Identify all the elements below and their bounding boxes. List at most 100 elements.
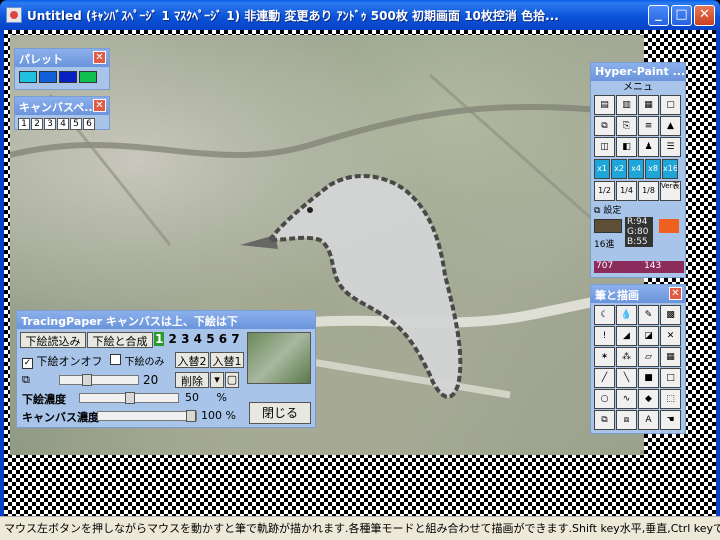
- eraser-icon[interactable]: ▱: [638, 347, 659, 367]
- onoff-checkbox[interactable]: ✓: [22, 358, 33, 369]
- hyper-paint-title[interactable]: Hyper-Paint ...: [591, 63, 685, 81]
- save-file-icon[interactable]: ▦: [638, 95, 659, 115]
- close-button[interactable]: ✕: [694, 5, 715, 26]
- merge-underlay-button[interactable]: 下絵と合成: [87, 332, 153, 348]
- blank-page-icon[interactable]: ▢: [660, 95, 681, 115]
- spray-brush-icon[interactable]: ⁂: [616, 347, 637, 367]
- page-icon[interactable]: ▢: [225, 372, 239, 388]
- rect-icon[interactable]: □: [660, 368, 681, 388]
- scale-half-button[interactable]: 1/2: [594, 181, 615, 201]
- density-slider-thumb[interactable]: [125, 392, 135, 404]
- palette-swatch[interactable]: [59, 71, 77, 83]
- text-icon[interactable]: A: [638, 410, 659, 430]
- load-underlay-button[interactable]: 下絵読込み: [20, 332, 86, 348]
- palette-swatch[interactable]: [79, 71, 97, 83]
- close-tracing-button[interactable]: 閉じる: [249, 402, 311, 424]
- slot-button[interactable]: 5: [206, 332, 214, 346]
- tracing-title[interactable]: TracingPaper キャンバスは上、下絵は下: [17, 311, 315, 329]
- splash-brush-icon[interactable]: ✶: [594, 347, 615, 367]
- circle-icon[interactable]: ○: [594, 389, 615, 409]
- palette-title[interactable]: パレット ✕: [15, 49, 109, 67]
- swap1-button[interactable]: 入替1: [210, 352, 244, 368]
- version-button[interactable]: Ver表示: [660, 181, 681, 201]
- drop-brush-icon[interactable]: 💧: [616, 305, 637, 325]
- hex-label[interactable]: 16進: [594, 237, 614, 250]
- size-slider-thumb[interactable]: [82, 374, 92, 386]
- brush-panel-title[interactable]: 筆と描画 ✕: [591, 285, 685, 303]
- minimize-button[interactable]: _: [648, 5, 669, 26]
- hand-icon[interactable]: ☚: [660, 410, 681, 430]
- rgb-g: G:80: [627, 227, 649, 237]
- canvas-pages-title[interactable]: キャンバスペ... ✕: [15, 97, 109, 115]
- current-color-swatch[interactable]: [594, 219, 622, 233]
- zoom-x2-button[interactable]: x2: [611, 159, 627, 179]
- layers-icon[interactable]: ≡: [638, 116, 659, 136]
- brush-panel-close-button[interactable]: ✕: [669, 287, 682, 300]
- settings-label[interactable]: 設定: [603, 206, 621, 216]
- alert-brush-icon[interactable]: !: [594, 326, 615, 346]
- figure-icon[interactable]: ♟: [638, 137, 659, 157]
- new-file-icon[interactable]: ▤: [594, 95, 615, 115]
- palette-swatch[interactable]: [39, 71, 57, 83]
- pen-icon[interactable]: ✎: [638, 305, 659, 325]
- frame-icon[interactable]: ◫: [594, 137, 615, 157]
- page-button[interactable]: 1: [18, 118, 30, 130]
- fill-icon[interactable]: ◆: [638, 389, 659, 409]
- dropdown-arrow-icon[interactable]: ▾: [210, 372, 224, 388]
- curve-icon[interactable]: ∿: [616, 389, 637, 409]
- paste-icon[interactable]: ⎘: [616, 116, 637, 136]
- slot-button[interactable]: 3: [181, 332, 189, 346]
- scale-eighth-button[interactable]: 1/8: [638, 181, 659, 201]
- canvas-pages-close-button[interactable]: ✕: [93, 99, 106, 112]
- stack-icon[interactable]: ☰: [660, 137, 681, 157]
- zoom-x1-button[interactable]: x1: [594, 159, 610, 179]
- line-icon[interactable]: ╱: [594, 368, 615, 388]
- density-slider[interactable]: [79, 392, 179, 404]
- copy-area-icon[interactable]: ⧉: [594, 410, 615, 430]
- canvas-density-slider[interactable]: [97, 410, 197, 422]
- slot-buttons: 1 2 3 4 5 6 7: [154, 332, 240, 346]
- color-info: R:94 G:80 B:55 16進: [591, 217, 685, 253]
- paper-icon[interactable]: ◧: [616, 137, 637, 157]
- select-icon[interactable]: ⬚: [660, 389, 681, 409]
- delete-button[interactable]: 削除: [175, 372, 209, 388]
- scale-quarter-button[interactable]: 1/4: [616, 181, 637, 201]
- app-icon[interactable]: [6, 7, 22, 23]
- zoom-x16-button[interactable]: x16: [662, 159, 678, 179]
- page-button[interactable]: 2: [31, 118, 43, 130]
- size-slider[interactable]: [59, 374, 139, 386]
- undo-icon[interactable]: [659, 219, 679, 233]
- slot-button[interactable]: 6: [219, 332, 227, 346]
- gradient-brush-icon[interactable]: ◢: [616, 326, 637, 346]
- canvas-density-slider-thumb[interactable]: [186, 410, 196, 422]
- only-checkbox[interactable]: [110, 354, 121, 365]
- slot-button[interactable]: 4: [194, 332, 202, 346]
- pattern-icon[interactable]: ▩: [660, 305, 681, 325]
- open-file-icon[interactable]: ▥: [616, 95, 637, 115]
- page-button[interactable]: 4: [57, 118, 69, 130]
- page-button[interactable]: 3: [44, 118, 56, 130]
- zoom-x8-button[interactable]: x8: [645, 159, 661, 179]
- rect-fill-icon[interactable]: ■: [638, 368, 659, 388]
- palette-swatch[interactable]: [19, 71, 37, 83]
- palette-close-button[interactable]: ✕: [93, 51, 106, 64]
- windows-icon[interactable]: ⧉: [594, 206, 600, 216]
- zoom-x4-button[interactable]: x4: [628, 159, 644, 179]
- slot-button[interactable]: 1: [154, 332, 165, 346]
- page-button[interactable]: 6: [83, 118, 95, 130]
- moon-brush-icon[interactable]: ☾: [594, 305, 615, 325]
- move-area-icon[interactable]: ⧈: [616, 410, 637, 430]
- slot-button[interactable]: 2: [169, 332, 177, 346]
- bucket-icon[interactable]: ◪: [638, 326, 659, 346]
- layer-icon[interactable]: ⧉: [22, 373, 30, 386]
- mosaic-icon[interactable]: ▦: [660, 347, 681, 367]
- underlay-thumbnail[interactable]: [247, 332, 311, 384]
- swap2-button[interactable]: 入替2: [175, 352, 209, 368]
- page-button[interactable]: 5: [70, 118, 82, 130]
- copy-icon[interactable]: ⧉: [594, 116, 615, 136]
- diagonal-icon[interactable]: ╲: [616, 368, 637, 388]
- maximize-button[interactable]: □: [671, 5, 692, 26]
- cross-brush-icon[interactable]: ✕: [660, 326, 681, 346]
- stamp-icon[interactable]: ▲: [660, 116, 681, 136]
- slot-button[interactable]: 7: [231, 332, 239, 346]
